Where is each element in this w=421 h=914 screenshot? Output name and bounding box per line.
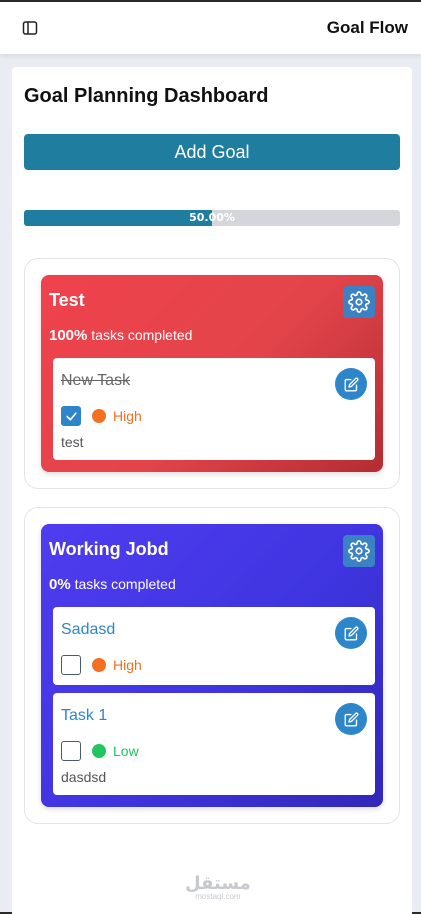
add-goal-button[interactable]: Add Goal [24, 134, 400, 170]
task-card: Task 1 Low dasdsd [53, 693, 375, 795]
edit-task-button[interactable] [335, 617, 367, 649]
goal-settings-button[interactable] [343, 535, 375, 567]
watermark-latin: mostaql.com [195, 892, 241, 901]
goal-stat-suffix: tasks completed [70, 576, 176, 592]
progress-label: 50.00% [189, 211, 235, 224]
goal-title: Test [49, 290, 85, 310]
priority-label: High [113, 657, 142, 673]
task-complete-checkbox[interactable] [61, 741, 81, 761]
priority-label: High [113, 408, 142, 424]
goal-container: Test 100% tasks completed New Task High … [24, 258, 400, 489]
top-bar: Goal Flow [0, 2, 421, 54]
task-title: New Task [61, 372, 131, 389]
edit-task-button[interactable] [335, 368, 367, 400]
task-complete-checkbox[interactable] [61, 655, 81, 675]
edit-task-button[interactable] [335, 703, 367, 735]
watermark-arabic: مستقل [185, 873, 251, 893]
overall-progress-bar: 50.00% [24, 210, 400, 226]
goal-percent: 0% [49, 576, 71, 593]
goal-title: Working Jobd [49, 539, 169, 559]
check-icon [65, 411, 77, 421]
priority-dot [92, 409, 106, 423]
task-description: dasdsd [61, 769, 107, 785]
gear-icon [348, 540, 370, 562]
goal-percent: 100% [49, 327, 88, 344]
edit-icon [344, 626, 358, 640]
priority-dot [92, 658, 106, 672]
task-description: test [61, 434, 84, 450]
task-card: New Task High test [53, 358, 375, 460]
task-title: Sadasd [61, 621, 116, 638]
edit-icon [344, 377, 358, 391]
goal-stat-suffix: tasks completed [87, 327, 193, 343]
task-complete-checkbox[interactable] [61, 406, 81, 426]
task-title: Task 1 [61, 707, 108, 724]
watermark-logo: مستقل mostaql.com [185, 874, 251, 901]
goal-card-test: Test 100% tasks completed New Task High … [41, 275, 383, 472]
dashboard-panel: Goal Planning Dashboard Add Goal 50.00% … [12, 67, 412, 914]
goal-completion-stat: 0% tasks completed [49, 576, 375, 593]
sidebar-toggle-icon[interactable] [20, 18, 40, 38]
goal-completion-stat: 100% tasks completed [49, 327, 375, 344]
goal-container: Working Jobd 0% tasks completed Sadasd H… [24, 507, 400, 824]
task-card: Sadasd High [53, 607, 375, 685]
gear-icon [348, 291, 370, 313]
app-title: Goal Flow [326, 18, 408, 37]
edit-icon [344, 712, 358, 726]
priority-label: Low [113, 743, 139, 759]
goal-card-working-jobd: Working Jobd 0% tasks completed Sadasd H… [41, 524, 383, 807]
priority-dot [92, 744, 106, 758]
goal-settings-button[interactable] [343, 286, 375, 318]
page-title: Goal Planning Dashboard [24, 85, 269, 107]
